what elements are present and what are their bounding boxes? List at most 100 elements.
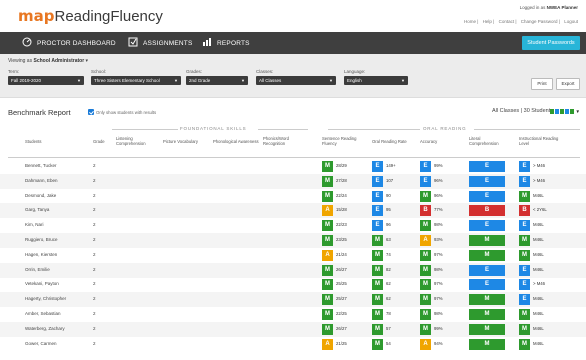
instructional-level-badge[interactable]: M [519,235,530,246]
sentence-fluency-badge[interactable]: M [322,220,333,232]
instructional-level-badge[interactable]: E [519,279,530,291]
table-row[interactable]: Garg, Tanya 2 A 15/28 E 95 B 77% B B < 2Y6L [0,203,586,219]
term-select[interactable]: Fall 2019-2020 ▼ [8,76,84,85]
print-button[interactable]: Print [531,78,553,90]
student-name[interactable]: Amber, Sebastian [25,311,61,316]
student-name[interactable]: Kim, Nari [25,222,44,227]
accuracy-badge[interactable]: B [420,205,431,217]
oral-rate-badge[interactable]: M [372,249,383,261]
literal-comprehension-badge[interactable]: E [469,190,505,202]
sentence-fluency-badge[interactable]: M [322,279,333,291]
literal-comprehension-badge[interactable]: E [469,175,505,187]
student-name[interactable]: Garg, Tanya [25,207,49,212]
instructional-level-badge[interactable]: M [519,249,530,261]
oral-rate-badge[interactable]: M [372,235,383,246]
accuracy-badge[interactable]: E [420,175,431,187]
student-name[interactable]: Hagerty, Christopher [25,296,66,301]
student-name[interactable]: Gower, Carmen [25,341,57,346]
accuracy-badge[interactable]: M [420,279,431,291]
accuracy-badge[interactable]: A [420,338,431,350]
language-select[interactable]: English ▼ [344,76,408,85]
literal-comprehension-badge[interactable]: M [469,235,505,246]
accuracy-badge[interactable]: M [420,249,431,261]
accuracy-badge[interactable]: A [420,235,431,246]
oral-rate-badge[interactable]: E [372,205,383,217]
sentence-fluency-badge[interactable]: A [322,249,333,261]
col-phono[interactable]: Phonological Awareness [213,139,259,144]
col-accuracy[interactable]: Accuracy [420,139,437,144]
nav-proctor-dashboard[interactable]: PROCTOR DASHBOARD [22,32,116,54]
instructional-level-badge[interactable]: E [519,220,530,232]
table-row[interactable]: Hagen, Kiersten 2 A 21/24 M 74 M 97% M M M46L [0,248,586,263]
student-name[interactable]: Orrin, Emilie [25,267,50,272]
col-sentence[interactable]: Sentence Reading Fluency [322,136,364,146]
oral-rate-badge[interactable]: M [372,338,383,350]
accuracy-badge[interactable]: M [420,309,431,320]
literal-comprehension-badge[interactable]: M [469,249,505,261]
instructional-level-badge[interactable]: E [519,294,530,306]
viewing-as[interactable]: Viewing as School Administrator ▾ [8,58,88,64]
student-name[interactable]: Bennett, Tucker [25,163,57,168]
literal-comprehension-badge[interactable]: E [469,279,505,291]
sentence-fluency-badge[interactable]: M [322,294,333,306]
table-row[interactable]: Dahmann, Eben 2 M 27/28 E 107 E 96% E E > M46 [0,173,586,189]
only-results-checkbox[interactable] [88,109,94,115]
app-logo[interactable]: mapReadingFluency [18,8,163,25]
student-name[interactable]: Hagen, Kiersten [25,252,57,257]
export-button[interactable]: Export [556,78,580,90]
literal-comprehension-badge[interactable]: M [469,338,505,350]
color-legend[interactable]: ▼ [549,109,580,114]
sentence-fluency-badge[interactable]: M [322,323,333,335]
student-name[interactable]: Waterberg, Zachary [25,326,65,331]
instructional-level-badge[interactable]: M [519,323,530,335]
accuracy-badge[interactable]: E [420,161,431,172]
literal-comprehension-badge[interactable]: M [469,294,505,306]
oral-rate-badge[interactable]: E [372,161,383,172]
link-contact[interactable]: Contact [499,19,515,24]
student-name[interactable]: Dahmann, Eben [25,178,58,183]
accuracy-badge[interactable]: M [420,264,431,276]
col-literal[interactable]: Literal Comprehension [469,136,507,146]
col-grade[interactable]: Grade [93,139,105,144]
sentence-fluency-badge[interactable]: M [322,264,333,276]
grades-select[interactable]: 2nd Grade ▼ [186,76,248,85]
student-name[interactable]: Desmond, Jake [25,193,56,198]
col-picture[interactable]: Picture Vocabulary [163,139,198,144]
table-row[interactable]: Ruggiero, Bruce 2 M 23/25 M 63 A 93% M M M46L [0,233,586,248]
oral-rate-badge[interactable]: M [372,309,383,320]
sentence-fluency-badge[interactable]: A [322,338,333,350]
instructional-level-badge[interactable]: B [519,205,530,217]
table-row[interactable]: Gower, Carmen 2 A 21/25 M 54 A 94% M M M46L [0,337,586,352]
instructional-level-badge[interactable]: E [519,175,530,187]
oral-rate-badge[interactable]: M [372,264,383,276]
link-help[interactable]: Help [483,19,492,24]
instructional-level-badge[interactable]: E [519,161,530,172]
literal-comprehension-badge[interactable]: E [469,161,505,172]
link-home[interactable]: Home [464,19,476,24]
col-instructional[interactable]: Instructional Reading Level [519,136,563,146]
instructional-level-badge[interactable]: M [519,309,530,320]
col-phonics[interactable]: Phonics/Word Recognition [263,136,303,146]
oral-rate-badge[interactable]: M [372,279,383,291]
instructional-level-badge[interactable]: M [519,190,530,202]
col-students[interactable]: Students [25,139,42,144]
instructional-level-badge[interactable]: E [519,264,530,276]
literal-comprehension-badge[interactable]: M [469,309,505,320]
school-select[interactable]: Three Sisters Elementary School ▼ [91,76,181,85]
student-passwords-button[interactable]: Student Passwords [522,36,580,50]
accuracy-badge[interactable]: M [420,323,431,335]
link-logout[interactable]: Logout [564,19,578,24]
accuracy-badge[interactable]: M [420,190,431,202]
sentence-fluency-badge[interactable]: M [322,175,333,187]
table-row[interactable]: Bennett, Tucker 2 M 28/29 E 149+ E 99% E E > M46 [0,159,586,174]
literal-comprehension-badge[interactable]: E [469,220,505,232]
table-row[interactable]: Waterberg, Zachary 2 M 26/27 M 57 M 99% M M M46L [0,321,586,337]
sentence-fluency-badge[interactable]: M [322,235,333,246]
accuracy-badge[interactable]: M [420,220,431,232]
instructional-level-badge[interactable]: M [519,338,530,350]
oral-rate-badge[interactable]: M [372,294,383,306]
literal-comprehension-badge[interactable]: E [469,264,505,276]
table-row[interactable]: Hagerty, Christopher 2 M 25/27 M 62 M 97% M E M46L [0,292,586,308]
sentence-fluency-badge[interactable]: M [322,309,333,320]
link-change-password[interactable]: Change Password [521,19,558,24]
